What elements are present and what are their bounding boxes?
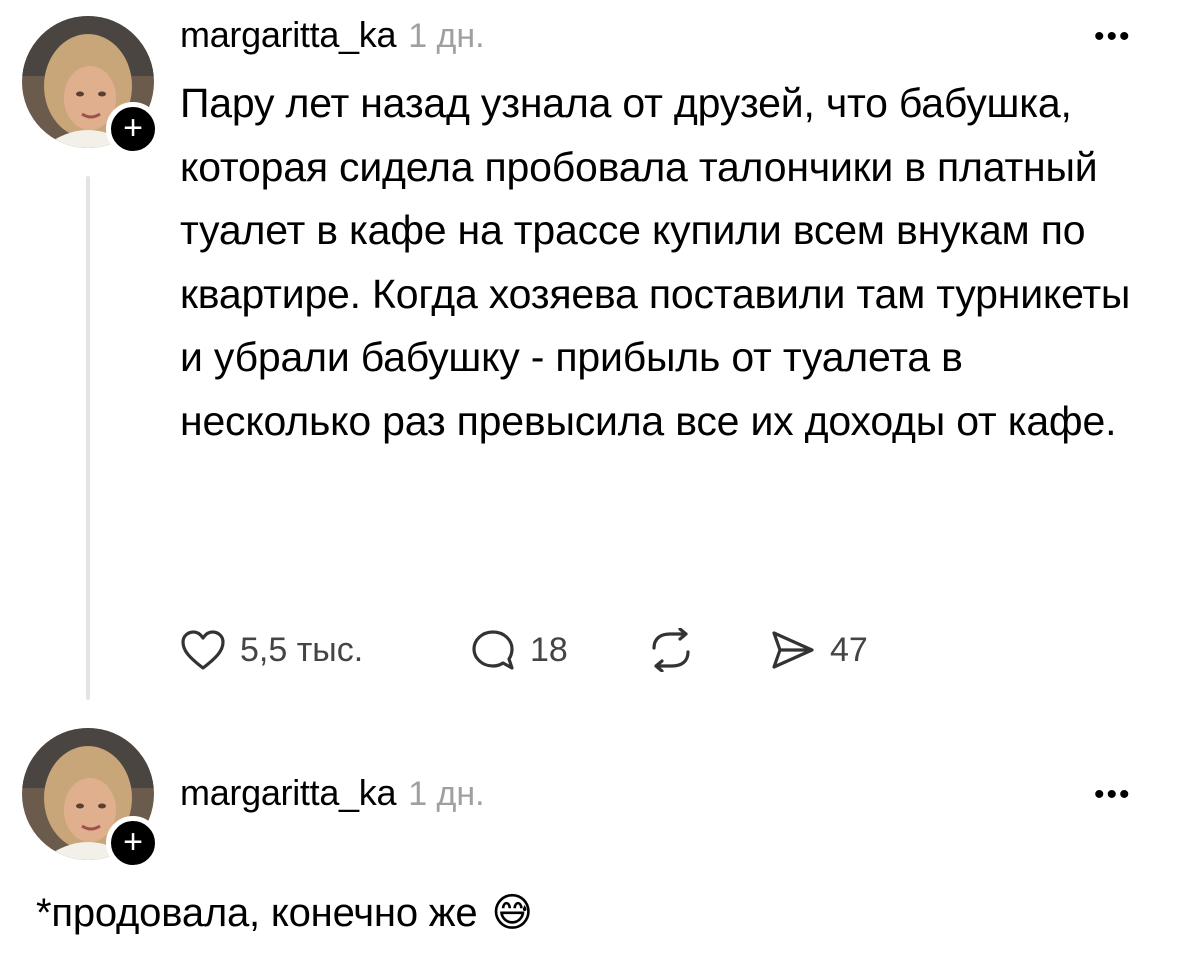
share-button[interactable]: 47 <box>770 629 868 671</box>
sweat-smile-emoji: 😅 <box>491 891 533 935</box>
more-options-icon[interactable]: ••• <box>1094 20 1132 54</box>
reply-text: *продовала, конечно же <box>36 890 478 935</box>
post-time: 1 дн. <box>408 17 485 55</box>
shares-count: 47 <box>830 630 868 669</box>
reply-follow-plus-icon[interactable]: + <box>106 816 160 870</box>
reply-more-options-icon[interactable]: ••• <box>1094 778 1132 812</box>
post-header: margaritta_ka 1 дн. <box>180 14 485 56</box>
reply-username[interactable]: margaritta_ka <box>180 772 397 814</box>
share-icon <box>772 631 814 669</box>
likes-count: 5,5 тыс. <box>240 630 364 669</box>
repost-icon <box>652 628 690 672</box>
reply-header: margaritta_ka 1 дн. <box>180 772 485 814</box>
comment-icon <box>472 630 514 670</box>
reply-text-row: *продовала, конечно же 😅 <box>36 890 533 936</box>
reply-time: 1 дн. <box>408 775 485 813</box>
follow-plus-icon[interactable]: + <box>106 102 160 156</box>
username[interactable]: margaritta_ka <box>180 14 397 56</box>
thread-line <box>86 176 90 700</box>
post-actions: 5,5 тыс. 18 47 <box>180 628 868 672</box>
comment-button[interactable]: 18 <box>470 628 646 672</box>
comments-count: 18 <box>530 630 568 669</box>
heart-icon <box>181 630 225 670</box>
repost-button[interactable] <box>646 628 770 672</box>
post-text: Пару лет назад узнала от друзей, что баб… <box>180 80 1131 444</box>
like-button[interactable]: 5,5 тыс. <box>180 629 470 671</box>
